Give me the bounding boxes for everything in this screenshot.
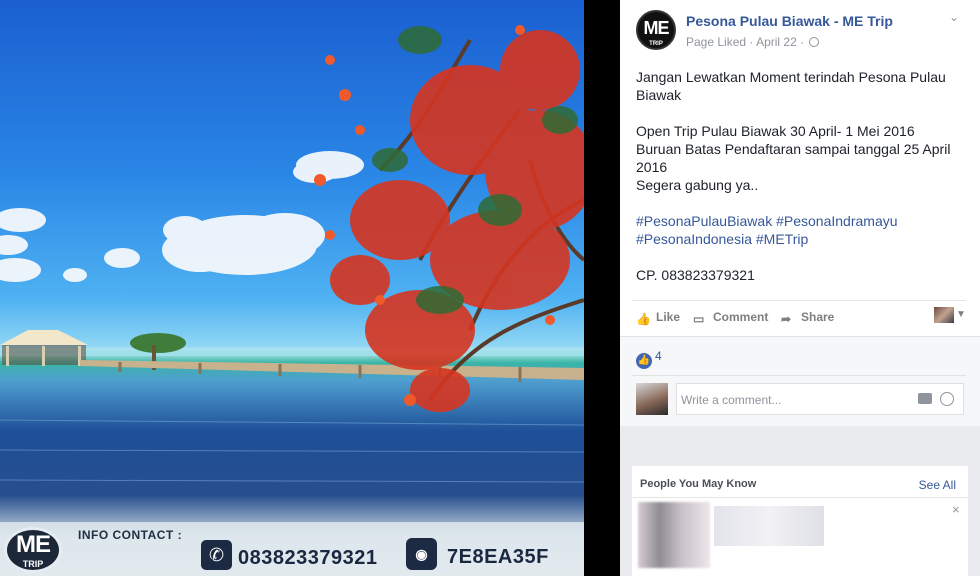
facebook-photo-viewer: ME TRIP INFO CONTACT : ✆ 083823379321 ◉ … [0, 0, 980, 576]
see-all-link[interactable]: See All [919, 478, 956, 492]
logo-text: ME [16, 531, 51, 558]
comments-section: 👍 4 Write a comment... [620, 336, 980, 426]
phone-icon: ✆ [201, 540, 232, 570]
comment-label: Comment [713, 310, 769, 324]
thumbs-up-icon: 👍 [636, 312, 651, 326]
post-line: Segera gabung ya.. [636, 177, 759, 193]
post-line: Open Trip Pulau Biawak 30 April- 1 Mei 2… [636, 123, 915, 139]
post-blank-line [636, 194, 966, 212]
like-label: Like [656, 310, 681, 324]
like-reaction-icon: 👍 [636, 353, 652, 369]
divider [632, 300, 966, 301]
pymk-header: People You May Know See All [632, 466, 968, 498]
viewer-avatar[interactable] [934, 307, 954, 323]
share-button[interactable]: ➦ Share [781, 310, 834, 326]
current-user-avatar [636, 383, 668, 415]
page-liked-label[interactable]: Page Liked [686, 35, 746, 49]
close-icon[interactable]: × [952, 502, 960, 517]
share-label: Share [801, 310, 835, 324]
hashtags: #PesonaPulauBiawak #PesonaIndramayu #Pes… [636, 212, 966, 248]
chevron-down-icon[interactable]: ⌄ [949, 10, 959, 24]
info-contact-label: INFO CONTACT : [78, 528, 183, 542]
avatar-subtext: TRIP [649, 41, 663, 47]
viewer-gap [584, 0, 620, 576]
banner-phone-number: 083823379321 [238, 547, 378, 569]
like-button[interactable]: 👍 Like [636, 310, 680, 326]
emoji-icon[interactable] [940, 392, 954, 406]
hashtag-link[interactable]: #PesonaIndramayu [776, 213, 897, 229]
me-trip-logo: ME TRIP [4, 527, 62, 573]
logo-subtext: TRIP [22, 559, 44, 569]
post-body: Jangan Lewatkan Moment terindah Pesona P… [636, 68, 966, 284]
pymk-suggestion[interactable]: × [632, 498, 968, 576]
caret-down-icon[interactable]: ▼ [956, 309, 966, 320]
suggested-person-photo[interactable] [638, 502, 710, 568]
post-blank-line [636, 248, 966, 266]
gazebo-shape [0, 330, 88, 366]
share-icon: ➦ [781, 312, 792, 326]
meta-separator: · [749, 35, 754, 49]
divider [632, 375, 966, 376]
post-meta: Page Liked · April 22 · [686, 35, 820, 49]
banner-bbm-pin: 7E8EA35F [447, 546, 549, 568]
hashtag-link[interactable]: #METrip [756, 231, 808, 247]
pymk-title: People You May Know [640, 478, 757, 490]
globe-icon[interactable] [809, 37, 820, 47]
post-contact: CP. 083823379321 [636, 267, 755, 283]
meta-separator: · [800, 35, 805, 49]
reaction-count: 4 [655, 349, 662, 363]
post-date[interactable]: April 22 [756, 35, 797, 49]
camera-icon[interactable] [918, 393, 932, 404]
post-sidebar: ME TRIP Pesona Pulau Biawak - ME Trip Pa… [620, 0, 980, 576]
page-name-link[interactable]: Pesona Pulau Biawak - ME Trip [686, 13, 893, 29]
post-blank-line [636, 104, 966, 122]
comment-button[interactable]: ▭ Comment [693, 310, 768, 326]
photo-scene [0, 25, 584, 483]
suggested-person-name[interactable] [714, 506, 824, 546]
hashtag-link[interactable]: #PesonaIndonesia [636, 231, 752, 247]
page-avatar[interactable]: ME TRIP [636, 10, 676, 50]
reactions-summary[interactable]: 👍 4 [636, 349, 662, 369]
comment-icon: ▭ [693, 312, 705, 326]
avatar-text: ME [643, 18, 670, 38]
post-photo[interactable]: ME TRIP INFO CONTACT : ✆ 083823379321 ◉ … [0, 0, 584, 576]
post-line: Buruan Batas Pendaftaran sampai tanggal … [636, 141, 951, 175]
bbm-icon: ◉ [406, 538, 437, 570]
hashtag-link[interactable]: #PesonaPulauBiawak [636, 213, 772, 229]
post-line: Jangan Lewatkan Moment terindah Pesona P… [636, 69, 946, 103]
